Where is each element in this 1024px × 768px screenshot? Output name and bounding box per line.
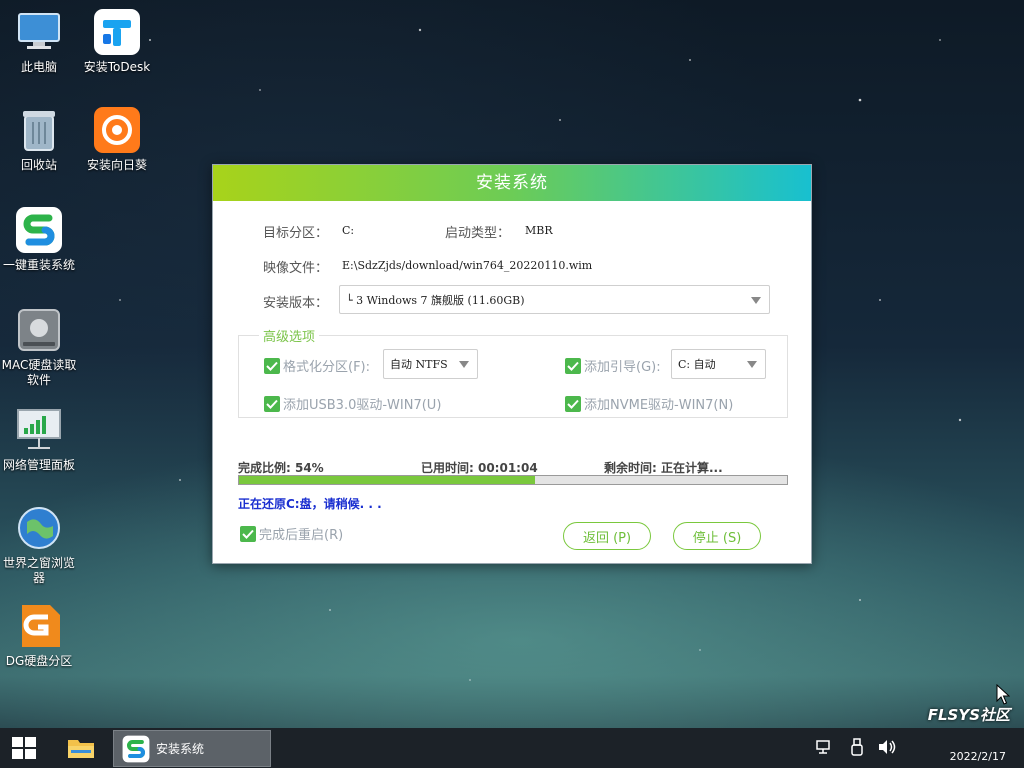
sunflower-icon bbox=[93, 106, 141, 154]
desktop-icon-recycle-bin[interactable]: 回收站 bbox=[0, 106, 78, 173]
restart-after-complete-checkbox[interactable]: 完成后重启(R) bbox=[240, 524, 343, 543]
folder-icon bbox=[68, 740, 94, 758]
remaining-time-text: 剩余时间: 正在计算... bbox=[604, 461, 723, 475]
computer-icon bbox=[15, 8, 63, 56]
mouse-cursor-icon bbox=[996, 684, 1010, 705]
progress-bar bbox=[238, 475, 788, 485]
taskbar-clock-date[interactable]: 2022/2/17 bbox=[950, 750, 1006, 763]
desktop-icon-diskgenius[interactable]: DG硬盘分区 bbox=[0, 602, 78, 669]
network-monitor-icon bbox=[15, 406, 63, 454]
back-button[interactable]: 返回 (P) bbox=[563, 522, 651, 550]
stop-button[interactable]: 停止 (S) bbox=[673, 522, 761, 550]
desktop-icon-one-key-reinstall[interactable]: 一键重装系统 bbox=[0, 206, 78, 273]
add-boot-checkbox[interactable]: 添加引导(G): bbox=[565, 356, 661, 375]
desktop-icon-sunlogin[interactable]: 安装向日葵 bbox=[78, 106, 156, 173]
image-file-label: 映像文件： bbox=[263, 261, 329, 276]
usb-tray-icon[interactable] bbox=[848, 738, 866, 756]
install-version-value: └ 3 Windows 7 旗舰版 (11.60GB) bbox=[346, 293, 525, 307]
reinstall-app-icon bbox=[15, 206, 63, 254]
nvme-driver-checkbox[interactable]: 添加NVME驱动-WIN7(N) bbox=[565, 394, 733, 413]
volume-tray-icon[interactable] bbox=[878, 738, 896, 756]
add-boot-select[interactable]: C: 自动 bbox=[671, 349, 766, 379]
format-partition-checkbox[interactable]: 格式化分区(F): bbox=[264, 356, 370, 375]
dialog-title: 安装系统 bbox=[213, 165, 811, 201]
network-tray-icon[interactable] bbox=[815, 738, 833, 756]
usb3-driver-checkbox[interactable]: 添加USB3.0驱动-WIN7(U) bbox=[264, 394, 441, 413]
checkmark-icon bbox=[565, 395, 581, 412]
progress-bar-fill bbox=[239, 476, 535, 484]
checkmark-icon bbox=[240, 525, 256, 542]
taskbar-item-install-system[interactable]: 安装系统 bbox=[113, 730, 271, 767]
desktop-icon-todesk[interactable]: 安装ToDesk bbox=[78, 8, 156, 75]
diskgenius-icon bbox=[15, 602, 63, 650]
boot-type-value: MBR bbox=[525, 224, 553, 237]
progress-percent-text: 完成比例: 54% bbox=[238, 461, 324, 475]
chevron-down-icon bbox=[751, 296, 761, 304]
desktop-icon-mac-disk-reader[interactable]: MAC硬盘读取软件 bbox=[0, 306, 78, 388]
checkmark-icon bbox=[264, 357, 280, 374]
desktop-icon-theworld-browser[interactable]: 世界之窗浏览器 bbox=[0, 504, 78, 586]
format-partition-select[interactable]: 自动 NTFS bbox=[383, 349, 478, 379]
reinstall-app-icon bbox=[122, 735, 150, 763]
install-version-select[interactable]: └ 3 Windows 7 旗舰版 (11.60GB) bbox=[339, 285, 770, 314]
desktop-icon-this-pc[interactable]: 此电脑 bbox=[0, 8, 78, 75]
windows-logo-icon bbox=[12, 737, 36, 759]
file-explorer-button[interactable] bbox=[58, 728, 104, 768]
target-partition-value: C: bbox=[342, 224, 355, 237]
status-text: 正在还原C:盘，请稍候. . . bbox=[238, 497, 382, 511]
recycle-bin-icon bbox=[15, 106, 63, 154]
elapsed-time-text: 已用时间: 00:01:04 bbox=[421, 461, 538, 475]
globe-icon bbox=[15, 504, 63, 552]
mac-disk-icon bbox=[15, 306, 63, 354]
chevron-down-icon bbox=[747, 361, 757, 368]
image-file-value: E:\SdzZjds/download/win764_20220110.wim bbox=[342, 259, 593, 272]
target-partition-label: 目标分区： bbox=[263, 226, 329, 241]
start-button[interactable] bbox=[0, 728, 48, 768]
site-watermark-logo: FLSYS社区 bbox=[927, 706, 1010, 724]
boot-type-label: 启动类型： bbox=[445, 226, 511, 241]
checkmark-icon bbox=[565, 357, 581, 374]
install-system-dialog: 安装系统 目标分区： C: 启动类型： MBR 映像文件： E:\SdzZjds… bbox=[212, 164, 812, 564]
advanced-options-title: 高级选项 bbox=[259, 326, 320, 345]
todesk-icon bbox=[93, 8, 141, 56]
install-version-label: 安装版本： bbox=[263, 296, 329, 311]
desktop-icon-network-panel[interactable]: 网络管理面板 bbox=[0, 406, 78, 473]
chevron-down-icon bbox=[459, 361, 469, 368]
taskbar: 安装系统 2022/2/17 bbox=[0, 728, 1024, 768]
checkmark-icon bbox=[264, 395, 280, 412]
